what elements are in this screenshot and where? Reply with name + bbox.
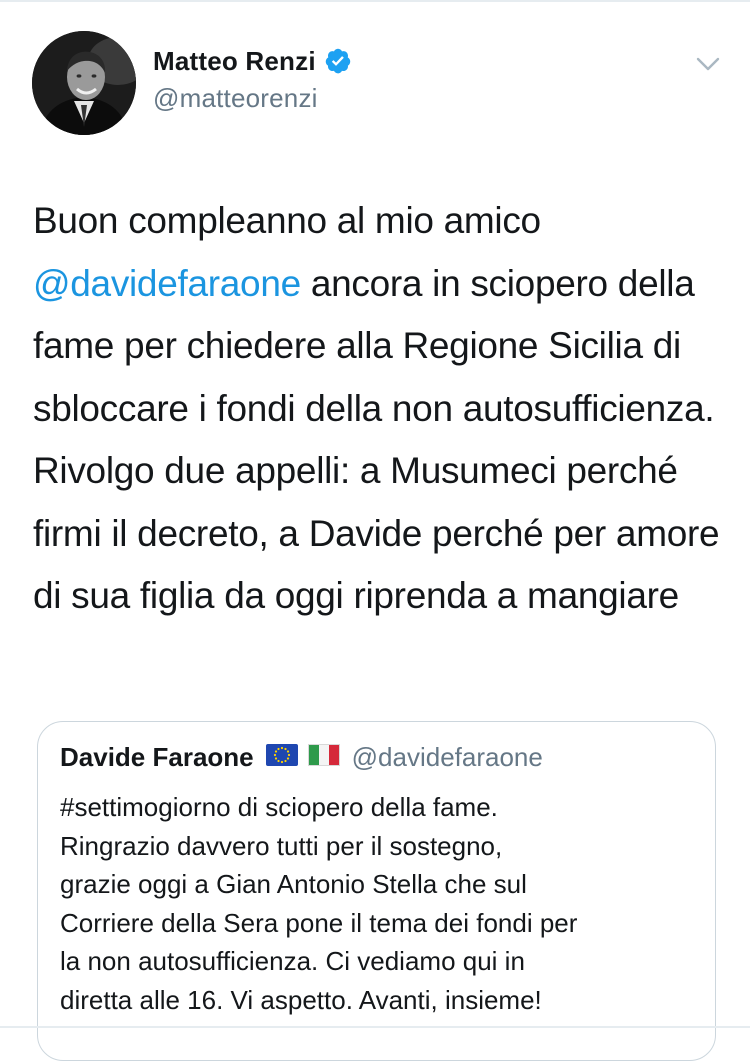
quoted-author-handle: @davidefaraone (351, 742, 543, 772)
author-handle[interactable]: @matteorenzi (153, 83, 352, 114)
tweet-text-part: ancora in sciopero della fame per chiede… (33, 262, 720, 617)
italy-flag-icon (307, 744, 340, 771)
quoted-author-name: Davide Faraone (60, 742, 254, 772)
quoted-tweet[interactable]: Davide Faraone @davidefaraone #settimogi… (37, 721, 716, 1061)
tweet-author[interactable]: Matteo Renzi @matteorenzi (153, 44, 352, 114)
mention-link[interactable]: @davidefaraone (33, 263, 301, 304)
tweet-text: Buon compleanno al mio amico @davidefara… (33, 190, 723, 628)
bottom-divider (0, 1026, 750, 1028)
verified-icon (324, 47, 352, 75)
author-display-name[interactable]: Matteo Renzi (153, 46, 316, 77)
chevron-down-icon[interactable] (694, 52, 722, 76)
avatar[interactable] (32, 31, 136, 135)
eu-flag-icon (265, 744, 298, 771)
quoted-tweet-header: Davide Faraone @davidefaraone (60, 742, 543, 773)
tweet: Matteo Renzi @matteorenzi Buon compleann… (0, 0, 750, 1061)
author-name-row: Matteo Renzi (153, 44, 352, 78)
tweet-text-part: Buon compleanno al mio amico (33, 200, 541, 241)
avatar-photo (32, 31, 136, 135)
quoted-tweet-text: #settimogiorno di sciopero della fame. R… (60, 792, 578, 1015)
